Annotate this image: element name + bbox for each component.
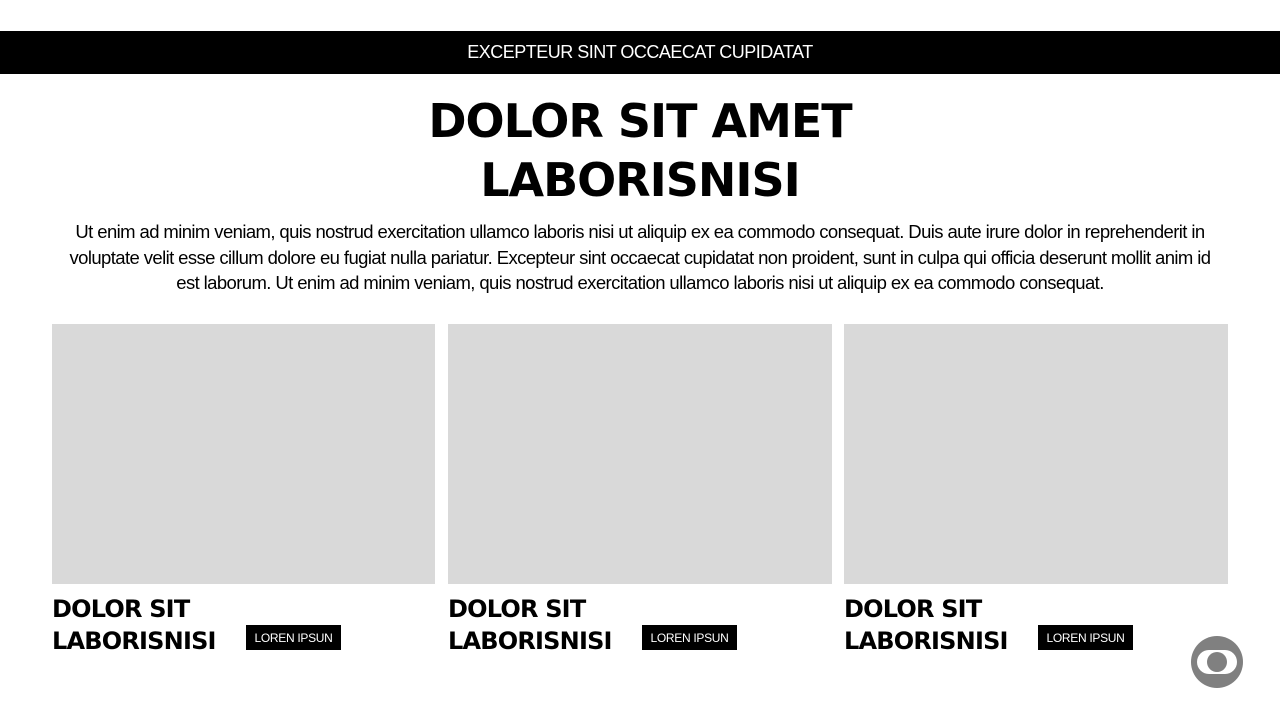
card-3: DOLOR SIT LABORISNISI LOREN IPSUN: [844, 324, 1228, 664]
top-banner: EXCEPTEUR SINT OCCAECAT CUPIDATAT: [0, 31, 1280, 74]
brand-logo-icon: [1191, 636, 1243, 688]
page-title: DOLOR SIT AMET LABORISNISI: [0, 92, 1280, 210]
card-1: DOLOR SIT LABORISNISI LOREN IPSUN: [52, 324, 435, 664]
card-title-line-2: LABORISNISI: [52, 627, 217, 655]
card-button[interactable]: LOREN IPSUN: [642, 625, 737, 650]
card-title-line-1: DOLOR SIT: [844, 595, 982, 623]
card-title: DOLOR SIT LABORISNISI: [844, 593, 1009, 657]
card-title: DOLOR SIT LABORISNISI: [52, 593, 217, 657]
intro-paragraph: Ut enim ad minim veniam, quis nostrud ex…: [69, 221, 1212, 293]
card-title-line-1: DOLOR SIT: [52, 595, 190, 623]
top-banner-text: EXCEPTEUR SINT OCCAECAT CUPIDATAT: [467, 42, 813, 62]
card-button[interactable]: LOREN IPSUN: [1038, 625, 1133, 650]
card-title: DOLOR SIT LABORISNISI: [448, 593, 613, 657]
card-title-line-2: LABORISNISI: [448, 627, 613, 655]
card-image-placeholder: [448, 324, 832, 584]
card-image-placeholder: [844, 324, 1228, 584]
page-title-line-1: DOLOR SIT AMET: [428, 94, 852, 148]
page-title-line-2: LABORISNISI: [480, 153, 801, 207]
card-button[interactable]: LOREN IPSUN: [246, 625, 341, 650]
card-2: DOLOR SIT LABORISNISI LOREN IPSUN: [448, 324, 832, 664]
card-title-line-1: DOLOR SIT: [448, 595, 586, 623]
card-title-line-2: LABORISNISI: [844, 627, 1009, 655]
card-image-placeholder: [52, 324, 435, 584]
